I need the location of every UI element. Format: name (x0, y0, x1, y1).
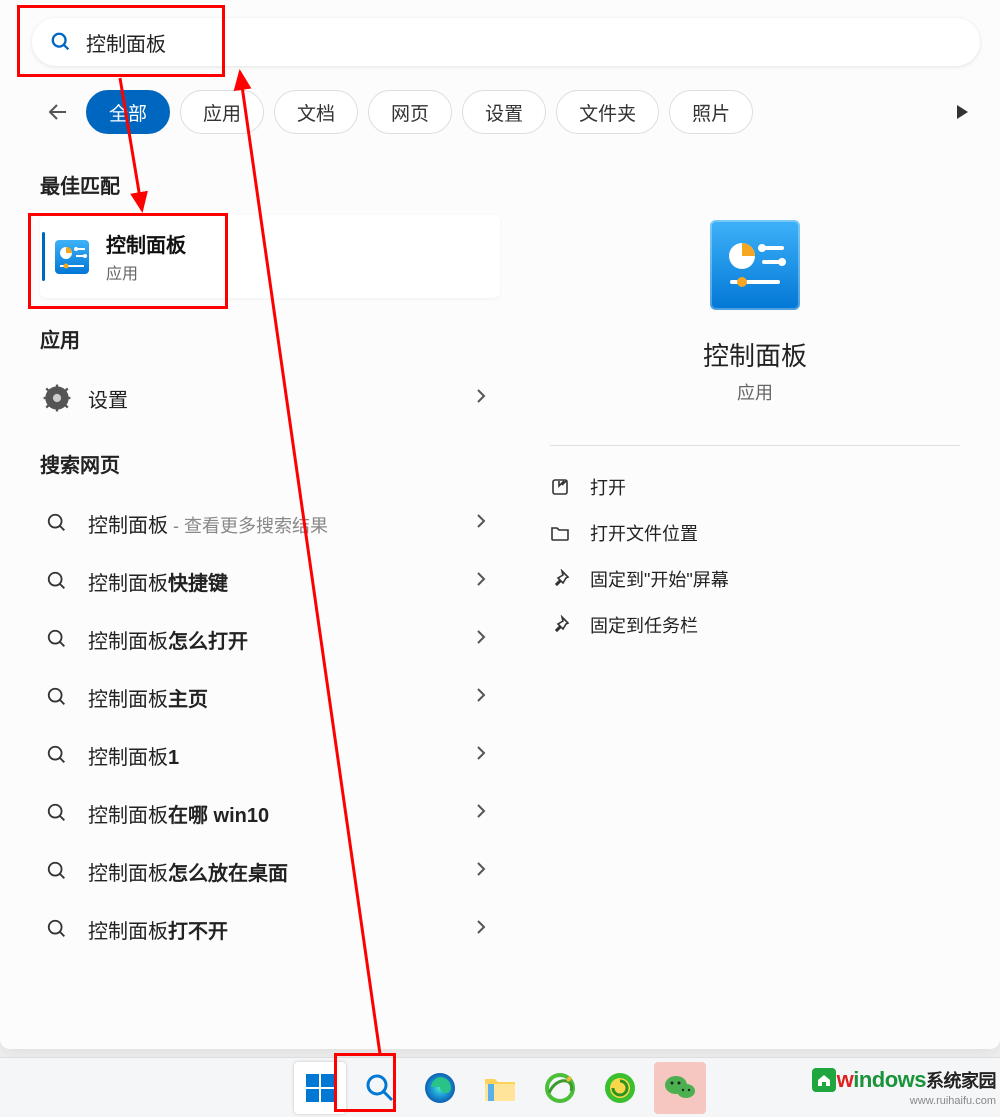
web-result-label: 控制面板1 (88, 741, 179, 770)
web-result-label: 控制面板在哪 win10 (88, 799, 269, 828)
app-item-settings[interactable]: 设置 (40, 369, 500, 427)
folder-icon (550, 523, 570, 543)
edge-icon (423, 1071, 457, 1105)
heading-apps: 应用 (40, 324, 500, 353)
web-result-label: 控制面板 - 查看更多搜索结果 (88, 509, 328, 538)
web-result-label: 控制面板怎么放在桌面 (88, 857, 288, 886)
pin-icon (550, 615, 570, 635)
action-label: 打开文件位置 (590, 520, 698, 546)
heading-best-match: 最佳匹配 (40, 170, 500, 199)
watermark: windows系统家园 www.ruihaifu.com (812, 1067, 996, 1107)
taskbar-explorer-button[interactable] (474, 1062, 526, 1114)
search-icon (42, 682, 72, 712)
home-icon (812, 1068, 836, 1092)
filter-web[interactable]: 网页 (368, 90, 452, 134)
chevron-right-icon (476, 629, 486, 650)
web-result-item[interactable]: 控制面板 - 查看更多搜索结果 (40, 494, 500, 552)
watermark-brand: windows系统家园 (812, 1067, 996, 1093)
search-icon (42, 624, 72, 654)
filter-photos[interactable]: 照片 (669, 90, 753, 134)
best-match-title: 控制面板 (106, 229, 186, 258)
filter-settings[interactable]: 设置 (462, 90, 546, 134)
search-panel: 控制面板 全部 应用 文档 网页 设置 文件夹 照片 最佳匹配 控制面板 应用 (0, 0, 1000, 1049)
chevron-right-icon (476, 687, 486, 708)
watermark-url: www.ruihaifu.com (910, 1095, 996, 1107)
web-result-label: 控制面板打不开 (88, 915, 228, 944)
web-result-label: 控制面板怎么打开 (88, 625, 248, 654)
wechat-icon (663, 1073, 697, 1103)
best-match-text: 控制面板 应用 (106, 229, 186, 284)
chevron-right-icon (476, 388, 486, 409)
filter-docs[interactable]: 文档 (274, 90, 358, 134)
heading-web: 搜索网页 (40, 449, 500, 478)
web-result-item[interactable]: 控制面板怎么打开 (40, 610, 500, 668)
web-result-item[interactable]: 控制面板在哪 win10 (40, 784, 500, 842)
filter-row: 全部 应用 文档 网页 设置 文件夹 照片 (40, 90, 980, 134)
search-icon (42, 798, 72, 828)
chevron-right-icon (476, 919, 486, 940)
windows-icon (304, 1072, 336, 1104)
content-area: 最佳匹配 控制面板 应用 应用 设置 搜索网页 (0, 160, 1000, 1049)
search-icon (42, 914, 72, 944)
web-result-item[interactable]: 控制面板1 (40, 726, 500, 784)
control-panel-icon (54, 239, 90, 275)
divider (550, 445, 960, 446)
search-icon (364, 1072, 396, 1104)
taskbar-wechat-button[interactable] (654, 1062, 706, 1114)
control-panel-large-icon (710, 220, 800, 310)
action-label: 固定到"开始"屏幕 (590, 566, 729, 592)
chevron-right-icon (476, 513, 486, 534)
play-icon (954, 104, 970, 120)
chevron-right-icon (476, 571, 486, 592)
arrow-left-icon (46, 100, 70, 124)
results-column: 最佳匹配 控制面板 应用 应用 设置 搜索网页 (0, 160, 510, 1049)
search-icon (42, 856, 72, 886)
back-button[interactable] (40, 94, 76, 130)
best-match-subtitle: 应用 (106, 260, 186, 284)
action-open-location[interactable]: 打开文件位置 (550, 510, 960, 556)
action-pin-taskbar[interactable]: 固定到任务栏 (550, 602, 960, 648)
taskbar-ie-button[interactable] (534, 1062, 586, 1114)
detail-subtitle: 应用 (737, 379, 773, 405)
chevron-right-icon (476, 745, 486, 766)
web-result-label: 控制面板快捷键 (88, 567, 228, 596)
filter-folders[interactable]: 文件夹 (556, 90, 659, 134)
shield-icon (603, 1071, 637, 1105)
chevron-right-icon (476, 861, 486, 882)
action-label: 打开 (590, 474, 626, 500)
filter-all[interactable]: 全部 (86, 90, 170, 134)
search-icon (42, 566, 72, 596)
search-bar[interactable]: 控制面板 (32, 18, 980, 66)
gear-icon (42, 383, 72, 413)
action-open[interactable]: 打开 (550, 464, 960, 510)
detail-card: 控制面板 应用 (550, 190, 960, 435)
action-pin-start[interactable]: 固定到"开始"屏幕 (550, 556, 960, 602)
taskbar-edge-button[interactable] (414, 1062, 466, 1114)
web-result-item[interactable]: 控制面板怎么放在桌面 (40, 842, 500, 900)
filter-apps[interactable]: 应用 (180, 90, 264, 134)
taskbar-search-button[interactable] (354, 1062, 406, 1114)
detail-title: 控制面板 (703, 336, 807, 373)
chevron-right-icon (476, 803, 486, 824)
search-text: 控制面板 (86, 28, 166, 57)
search-icon (42, 508, 72, 538)
search-icon (50, 31, 72, 53)
web-results-list: 控制面板 - 查看更多搜索结果 控制面板快捷键 控制面板怎么打开 控制面板主页 … (40, 494, 500, 958)
folder-icon (483, 1073, 517, 1103)
web-result-item[interactable]: 控制面板打不开 (40, 900, 500, 958)
detail-column: 控制面板 应用 打开 打开文件位置 固定到"开始"屏幕 固定到任务栏 (510, 160, 1000, 1049)
open-icon (550, 477, 570, 497)
web-result-item[interactable]: 控制面板快捷键 (40, 552, 500, 610)
best-match-item[interactable]: 控制面板 应用 (40, 215, 500, 298)
search-icon (42, 740, 72, 770)
web-result-label: 控制面板主页 (88, 683, 208, 712)
action-label: 固定到任务栏 (590, 612, 698, 638)
taskbar-start-button[interactable] (294, 1062, 346, 1114)
pin-icon (550, 569, 570, 589)
filter-more-button[interactable] (944, 94, 980, 130)
ie-icon (543, 1071, 577, 1105)
app-label: 设置 (88, 384, 128, 413)
web-result-item[interactable]: 控制面板主页 (40, 668, 500, 726)
taskbar-360-button[interactable] (594, 1062, 646, 1114)
